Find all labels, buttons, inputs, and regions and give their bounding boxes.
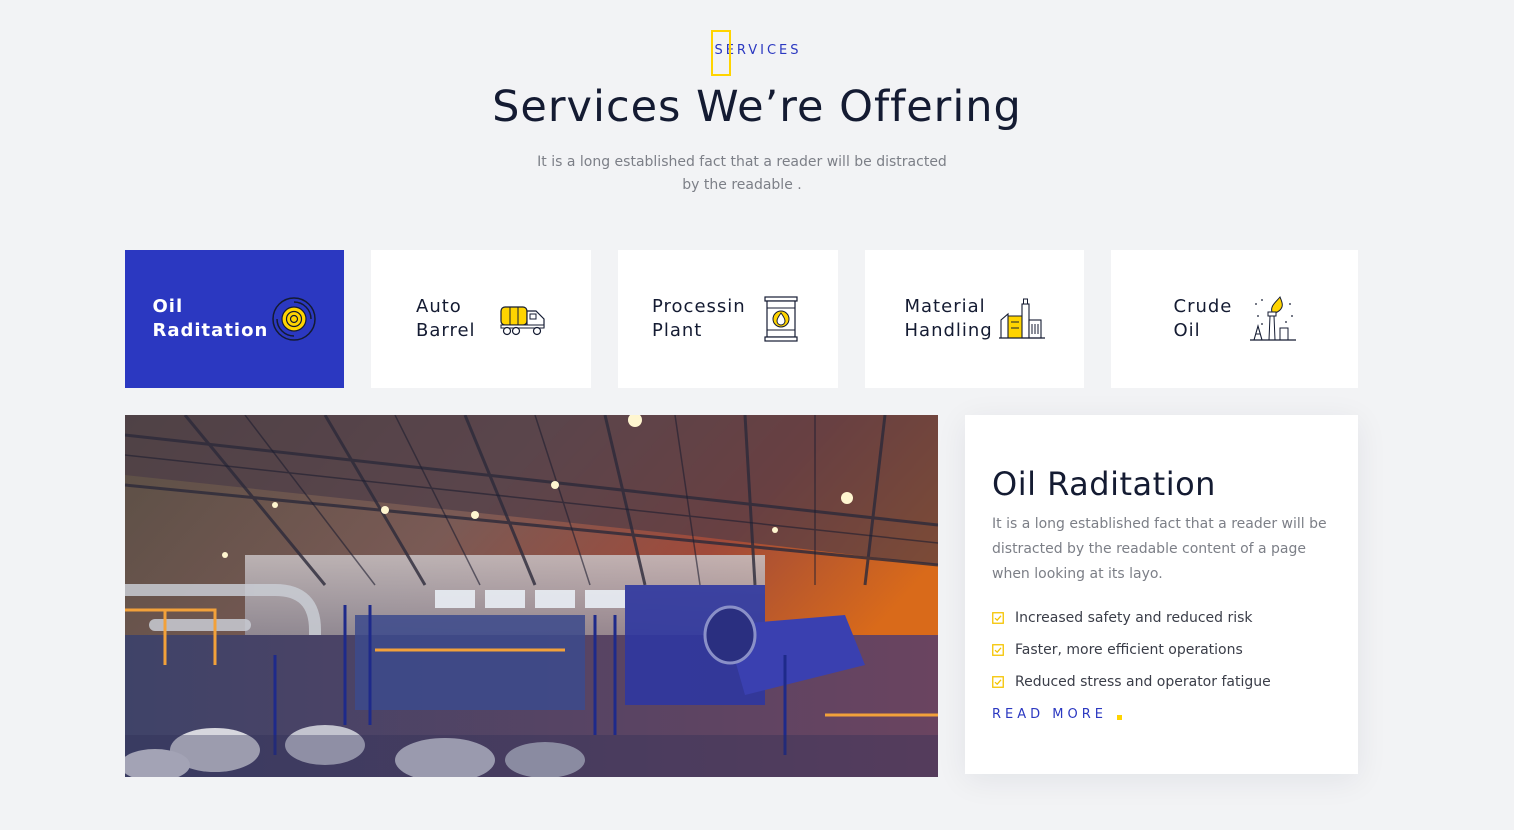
oil-barrel-icon xyxy=(764,296,798,342)
section-subtitle: It is a long established fact that a rea… xyxy=(537,154,947,193)
tab-processin-plant[interactable]: Processin Plant xyxy=(618,250,838,388)
tab-label: Crude Oil xyxy=(1173,296,1233,341)
tab-label: Material Handling xyxy=(904,296,993,341)
service-photo xyxy=(125,415,938,777)
tab-oil-raditation[interactable]: Oil Raditation xyxy=(125,250,344,388)
read-more-link[interactable]: READ MORE xyxy=(992,707,1122,722)
oil-rig-flame-icon xyxy=(1249,296,1296,341)
feature-text: Faster, more efficient operations xyxy=(1015,642,1243,658)
checkbox-check-icon xyxy=(992,644,1004,656)
list-item: Increased safety and reduced risk xyxy=(992,602,1271,634)
detail-title: Oil Raditation xyxy=(992,465,1216,503)
checkbox-check-icon xyxy=(992,676,1004,688)
eyebrow-wrap: SERVICES xyxy=(0,30,1514,76)
services-section: SERVICES Services We’re Offering It is a… xyxy=(0,0,1514,830)
service-detail-card: Oil Raditation It is a long established … xyxy=(965,415,1358,774)
checkbox-check-icon xyxy=(992,612,1004,624)
read-more-label: READ MORE xyxy=(992,707,1107,722)
list-item: Reduced stress and operator fatigue xyxy=(992,666,1271,698)
factory-icon xyxy=(998,298,1045,339)
tab-label: Auto Barrel xyxy=(416,296,476,341)
radiation-target-icon xyxy=(271,297,316,341)
section-eyebrow: SERVICES xyxy=(711,30,801,76)
tab-crude-oil[interactable]: Crude Oil xyxy=(1111,250,1358,388)
list-item: Faster, more efficient operations xyxy=(992,634,1271,666)
tab-label: Processin Plant xyxy=(652,296,746,341)
feature-text: Increased safety and reduced risk xyxy=(1015,610,1253,626)
industrial-plant-image xyxy=(125,415,938,777)
feature-list: Increased safety and reduced risk Faster… xyxy=(992,602,1271,698)
read-more-dot xyxy=(1116,715,1122,720)
feature-text: Reduced stress and operator fatigue xyxy=(1015,674,1271,690)
tab-auto-barrel[interactable]: Auto Barrel xyxy=(371,250,591,388)
tab-material-handling[interactable]: Material Handling xyxy=(865,250,1084,388)
tab-label: Oil Raditation xyxy=(152,296,269,341)
section-title: Services We’re Offering xyxy=(492,82,1022,132)
detail-description: It is a long established fact that a rea… xyxy=(992,516,1327,582)
eyebrow-accent-box xyxy=(711,30,732,76)
tanker-truck-icon xyxy=(500,306,545,336)
